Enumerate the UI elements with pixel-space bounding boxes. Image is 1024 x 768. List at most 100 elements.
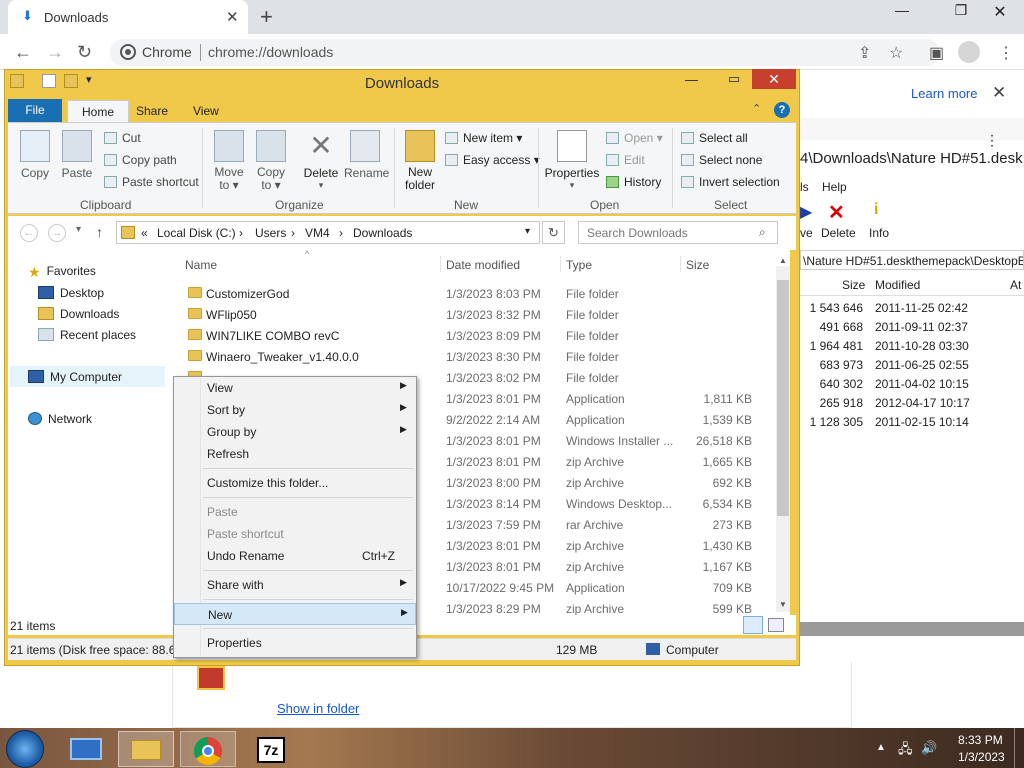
scrollbar-thumb[interactable] — [777, 280, 789, 516]
copy-button[interactable]: Copy — [16, 130, 54, 180]
taskbar-7zip[interactable]: 7z — [243, 731, 299, 767]
volume-icon[interactable]: 🔊 — [921, 740, 937, 756]
taskbar-desktop[interactable] — [58, 731, 114, 767]
tab-downloads[interactable]: ⬇ Downloads ✕ — [8, 0, 248, 34]
help-icon[interactable]: ? — [774, 102, 790, 118]
select-all-button[interactable]: Select all — [681, 131, 748, 145]
tray-expand-icon[interactable]: ▲ — [876, 742, 886, 753]
close-banner-icon[interactable]: ✕ — [992, 83, 1006, 103]
bg-list-row[interactable]: 1 128 305 2011-02-15 10:14 — [800, 412, 1024, 431]
edit-button[interactable]: Edit — [606, 153, 645, 167]
delete-button[interactable]: ✕ Delete ▾ — [300, 130, 342, 190]
paste-button[interactable]: Paste — [58, 130, 96, 180]
bg-path-field[interactable]: \Nature HD#51.deskthemepack\DesktopBa — [800, 250, 1024, 270]
delete-x-icon[interactable]: ✕ — [828, 200, 845, 225]
profile-avatar[interactable] — [958, 41, 980, 63]
table-row[interactable]: Winaero_Tweaker_v1.40.0.0 1/3/2023 8:30 P… — [180, 346, 765, 367]
menu-item-group-by[interactable]: Group by ▶ — [174, 421, 416, 443]
taskbar-explorer[interactable] — [118, 731, 174, 767]
menu-item-sort-by[interactable]: Sort by ▶ — [174, 399, 416, 421]
bg-col-modified[interactable]: Modified — [875, 278, 920, 292]
tab-file[interactable]: File — [8, 99, 62, 122]
rename-button[interactable]: Rename — [344, 130, 389, 180]
col-date-modified[interactable]: Date modified — [446, 258, 520, 272]
explorer-forward-icon[interactable]: → — [48, 224, 66, 242]
col-size[interactable]: Size — [686, 258, 709, 272]
invert-selection-button[interactable]: Invert selection — [681, 175, 780, 189]
select-none-button[interactable]: Select none — [681, 153, 762, 167]
share-icon[interactable]: ⇪ — [858, 43, 871, 63]
move-arrow-icon[interactable]: ▶ — [800, 202, 812, 222]
nav-downloads[interactable]: Downloads — [38, 307, 119, 321]
explorer-maximize-icon[interactable]: ▭ — [728, 71, 740, 87]
bg-list-row[interactable]: 640 302 2011-04-02 10:15 — [800, 374, 1024, 393]
nav-recent-places[interactable]: Recent places — [38, 328, 136, 342]
ribbon-collapse-icon[interactable]: ⌃ — [752, 102, 761, 115]
network-tray-icon[interactable]: 🖧 — [898, 740, 913, 762]
clock-date[interactable]: 1/3/2023 — [958, 750, 1005, 764]
omnibox[interactable]: Chrome chrome://downloads — [110, 39, 940, 66]
properties-button[interactable]: Properties ▾ — [543, 130, 601, 190]
clock-time[interactable]: 8:33 PM — [958, 733, 1003, 747]
crumb-sep[interactable]: › — [291, 226, 295, 240]
menu-item-customize[interactable]: Customize this folder... — [174, 472, 416, 494]
bg-list-row[interactable]: 265 918 2012-04-17 10:17 — [800, 393, 1024, 412]
explorer-close-icon[interactable]: ✕ — [752, 69, 796, 89]
crumb-vm4[interactable]: VM4 — [305, 226, 330, 240]
side-panel-icon[interactable]: ▣ — [929, 43, 944, 63]
start-button[interactable] — [6, 730, 44, 768]
close-window-icon[interactable]: ✕ — [985, 2, 1015, 22]
bg-menu-dots-icon[interactable]: ⋮ — [985, 132, 999, 149]
menu-item-refresh[interactable]: Refresh — [174, 443, 416, 465]
show-desktop-button[interactable] — [1014, 728, 1024, 768]
details-view-icon[interactable] — [743, 616, 763, 634]
nav-desktop[interactable]: Desktop — [38, 286, 104, 300]
nav-favorites[interactable]: ★ Favorites — [28, 264, 96, 280]
menu-item-share-with[interactable]: Share with ▶ — [174, 574, 416, 596]
up-icon[interactable]: ↑ — [96, 224, 103, 240]
move-to-button[interactable]: Move to ▾ — [210, 130, 248, 192]
scroll-up-icon[interactable]: ▲ — [779, 256, 787, 265]
search-icon[interactable]: ⌕ — [759, 225, 766, 240]
crumb-sep[interactable]: › — [339, 226, 343, 240]
taskbar-chrome[interactable] — [180, 731, 236, 767]
learn-more-link[interactable]: Learn more — [911, 86, 977, 101]
nav-my-computer[interactable]: My Computer — [28, 370, 122, 384]
address-bar[interactable]: « Local Disk (C:) › Users › VM4 › Downlo… — [116, 221, 540, 244]
bg-list-row[interactable]: 683 973 2011-06-25 02:55 — [800, 355, 1024, 374]
back-icon[interactable]: ← — [14, 42, 32, 63]
refresh-icon[interactable]: ↻ — [542, 221, 565, 244]
table-row[interactable]: WFlip050 1/3/2023 8:32 PM File folder — [180, 304, 765, 325]
forward-icon[interactable]: → — [46, 42, 64, 63]
tab-share[interactable]: Share — [122, 100, 182, 122]
crumb-sep[interactable]: › — [239, 226, 243, 240]
history-button[interactable]: History — [606, 175, 661, 189]
bg-col-size[interactable]: Size — [842, 278, 865, 292]
nav-network[interactable]: Network — [28, 412, 92, 426]
new-folder-button[interactable]: New folder — [400, 130, 440, 192]
recent-locations-icon[interactable]: ▾ — [76, 224, 81, 235]
copy-path-button[interactable]: Copy path — [104, 153, 177, 167]
crumb-users[interactable]: Users — [255, 226, 286, 240]
minimize-icon[interactable]: — — [887, 2, 917, 18]
info-icon[interactable]: i — [874, 201, 878, 219]
menu-item-new[interactable]: New ▶ — [174, 603, 416, 625]
explorer-minimize-icon[interactable]: — — [685, 72, 698, 87]
menu-item-properties[interactable]: Properties — [174, 632, 416, 654]
restore-icon[interactable]: ❐ — [946, 2, 976, 19]
chrome-menu-icon[interactable]: ⋮ — [998, 43, 1014, 63]
table-row[interactable]: CustomizerGod 1/3/2023 8:03 PM File folder — [180, 283, 765, 304]
new-tab-button[interactable]: + — [260, 4, 273, 30]
search-input[interactable]: Search Downloads ⌕ — [578, 221, 778, 244]
url-text[interactable]: chrome://downloads — [208, 44, 333, 60]
cut-button[interactable]: Cut — [104, 131, 141, 145]
paste-shortcut-button[interactable]: Paste shortcut — [104, 175, 199, 189]
address-prefix[interactable]: « — [141, 226, 148, 240]
crumb-local-disk[interactable]: Local Disk (C:) — [157, 226, 236, 240]
scroll-down-icon[interactable]: ▼ — [779, 600, 787, 609]
easy-access-button[interactable]: Easy access ▾ — [445, 153, 540, 167]
new-item-button[interactable]: New item ▾ — [445, 131, 522, 145]
properties-dropdown-icon[interactable]: ▾ — [543, 180, 601, 190]
crumb-downloads[interactable]: Downloads — [353, 226, 412, 240]
copy-to-button[interactable]: Copy to ▾ — [252, 130, 290, 192]
